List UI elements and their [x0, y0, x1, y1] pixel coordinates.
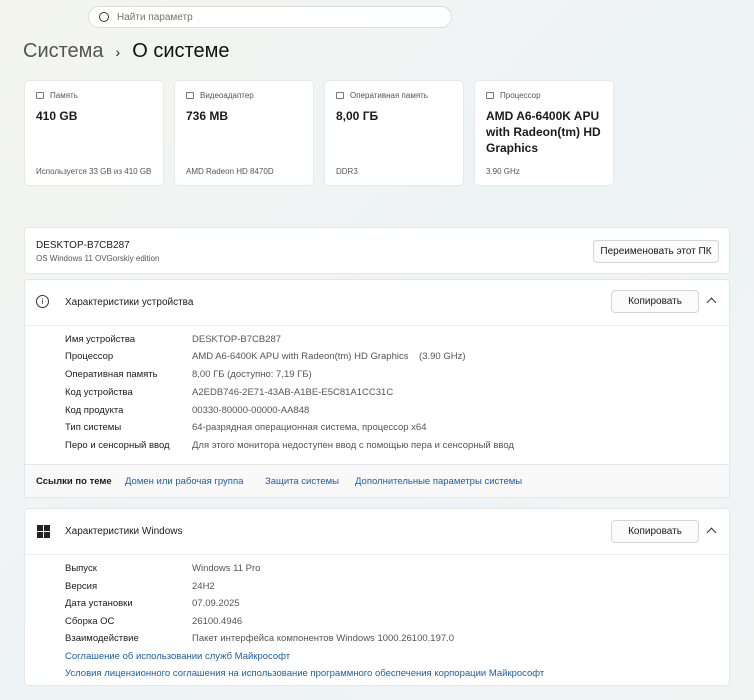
spec-label: Версия	[65, 581, 98, 592]
card-sub: 3.90 GHz	[486, 167, 520, 176]
windows-logo-icon	[37, 525, 50, 538]
spec-label: Процессор	[65, 351, 114, 362]
spec-row: Оперативная память 8,00 ГБ (доступно: 7,1…	[65, 369, 312, 380]
storage-card[interactable]: Память 410 GB Используется 33 GB из 410 GB	[24, 80, 164, 186]
spec-value: 00330-80000-00000-AA848	[192, 405, 310, 416]
chevron-up-icon[interactable]	[706, 527, 717, 538]
related-links-bar: Ссылки по теме Домен или рабочая группа …	[24, 464, 730, 498]
spec-value: AMD A6-6400K APU with Radeon(tm) HD Grap…	[192, 351, 466, 362]
card-label: Оперативная память	[350, 91, 428, 100]
os-edition: OS Windows 11 OVGorskiy edition	[36, 254, 160, 263]
services-agreement-link[interactable]: Соглашение об использовании служб Майкро…	[65, 651, 290, 662]
domain-link[interactable]: Домен или рабочая группа	[125, 476, 243, 487]
chevron-right-icon: ›	[115, 43, 121, 60]
spec-row: Взаимодействие Пакет интерфейса компонент…	[65, 633, 454, 644]
spec-value: 24H2	[192, 581, 215, 592]
page-title: О системе	[132, 40, 230, 62]
spec-value: A2EDB746-2E71-43AB-A1BE-E5C81A1CC31C	[192, 387, 394, 398]
ram-card[interactable]: Оперативная память 8,00 ГБ DDR3	[324, 80, 464, 186]
card-sub: DDR3	[336, 167, 358, 176]
search-box[interactable]	[88, 6, 452, 28]
card-label: Видеоадаптер	[200, 91, 254, 100]
pc-name-panel: DESKTOP-B7CB287 OS Windows 11 OVGorskiy …	[24, 227, 730, 274]
spec-label: Код устройства	[65, 387, 133, 398]
spec-row: Код продукта 00330-80000-00000-AA848	[65, 405, 309, 416]
card-value: AMD A6-6400K APU with Radeon(tm) HD Grap…	[486, 109, 601, 155]
spec-value: 64-разрядная операционная система, проце…	[192, 422, 427, 433]
spec-label: Оперативная память	[65, 369, 158, 380]
ram-icon	[336, 92, 344, 99]
spec-label: Выпуск	[65, 563, 97, 574]
spec-label: Перо и сенсорный ввод	[65, 440, 170, 451]
device-specs-title: Характеристики устройства	[65, 297, 194, 308]
spec-label: Взаимодействие	[65, 633, 139, 644]
card-value: 410 GB	[36, 109, 78, 123]
chevron-up-icon[interactable]	[706, 297, 717, 308]
spec-row: Выпуск Windows 11 Pro	[65, 563, 260, 574]
advanced-settings-link[interactable]: Дополнительные параметры системы	[355, 476, 522, 487]
spec-label: Код продукта	[65, 405, 124, 416]
card-value: 8,00 ГБ	[336, 109, 379, 123]
spec-row: Код устройства A2EDB746-2E71-43AB-A1BE-E5…	[65, 387, 393, 398]
display-icon	[186, 92, 194, 99]
spec-value: 26100.4946	[192, 616, 243, 627]
spec-row: Версия 24H2	[65, 581, 215, 592]
card-sub: AMD Radeon HD 8470D	[186, 167, 274, 176]
spec-label: Сборка ОС	[65, 616, 115, 627]
system-protection-link[interactable]: Защита системы	[265, 476, 339, 487]
info-icon: i	[36, 295, 49, 308]
card-value: 736 MB	[186, 109, 229, 123]
spec-row: Перо и сенсорный ввод Для этого монитора …	[65, 440, 514, 451]
copy-device-button[interactable]: Копировать	[611, 290, 699, 313]
search-input[interactable]	[117, 11, 417, 23]
card-label: Процессор	[500, 91, 541, 100]
pc-name: DESKTOP-B7CB287	[36, 240, 130, 251]
spec-value: 8,00 ГБ (доступно: 7,19 ГБ)	[192, 369, 312, 380]
spec-row: Имя устройства DESKTOP-B7CB287	[65, 334, 281, 345]
cpu-card[interactable]: Процессор AMD A6-6400K APU with Radeon(tm…	[474, 80, 614, 186]
spec-value: 07.09.2025	[192, 598, 240, 609]
spec-row: Тип системы 64-разрядная операционная сис…	[65, 422, 426, 433]
spec-label: Дата установки	[65, 598, 133, 609]
spec-value: DESKTOP-B7CB287	[192, 334, 282, 345]
spec-label: Тип системы	[65, 422, 122, 433]
license-terms-link[interactable]: Условия лицензионного соглашения на испо…	[65, 668, 544, 679]
spec-value: Windows 11 Pro	[192, 563, 261, 574]
spec-label: Имя устройства	[65, 334, 136, 345]
related-label: Ссылки по теме	[36, 476, 112, 487]
spec-value: Пакет интерфейса компонентов Windows 100…	[192, 633, 455, 644]
spec-row: Сборка ОС 26100.4946	[65, 616, 242, 627]
card-label: Память	[50, 91, 78, 100]
gpu-card[interactable]: Видеоадаптер 736 MB AMD Radeon HD 8470D	[174, 80, 314, 186]
cpu-icon	[486, 92, 494, 99]
storage-icon	[36, 92, 44, 99]
spec-row: Дата установки 07.09.2025	[65, 598, 240, 609]
spec-value: Для этого монитора недоступен ввод с пом…	[192, 440, 514, 451]
rename-pc-button[interactable]: Переименовать этот ПК	[593, 240, 719, 263]
spec-row: Процессор AMD A6-6400K APU with Radeon(tm…	[65, 351, 466, 362]
windows-specs-title: Характеристики Windows	[65, 526, 183, 537]
breadcrumb: Система › О системе	[23, 40, 229, 63]
breadcrumb-parent[interactable]: Система	[23, 40, 104, 63]
search-icon	[99, 12, 109, 22]
copy-windows-button[interactable]: Копировать	[611, 520, 699, 543]
card-sub: Используется 33 GB из 410 GB	[36, 167, 152, 176]
